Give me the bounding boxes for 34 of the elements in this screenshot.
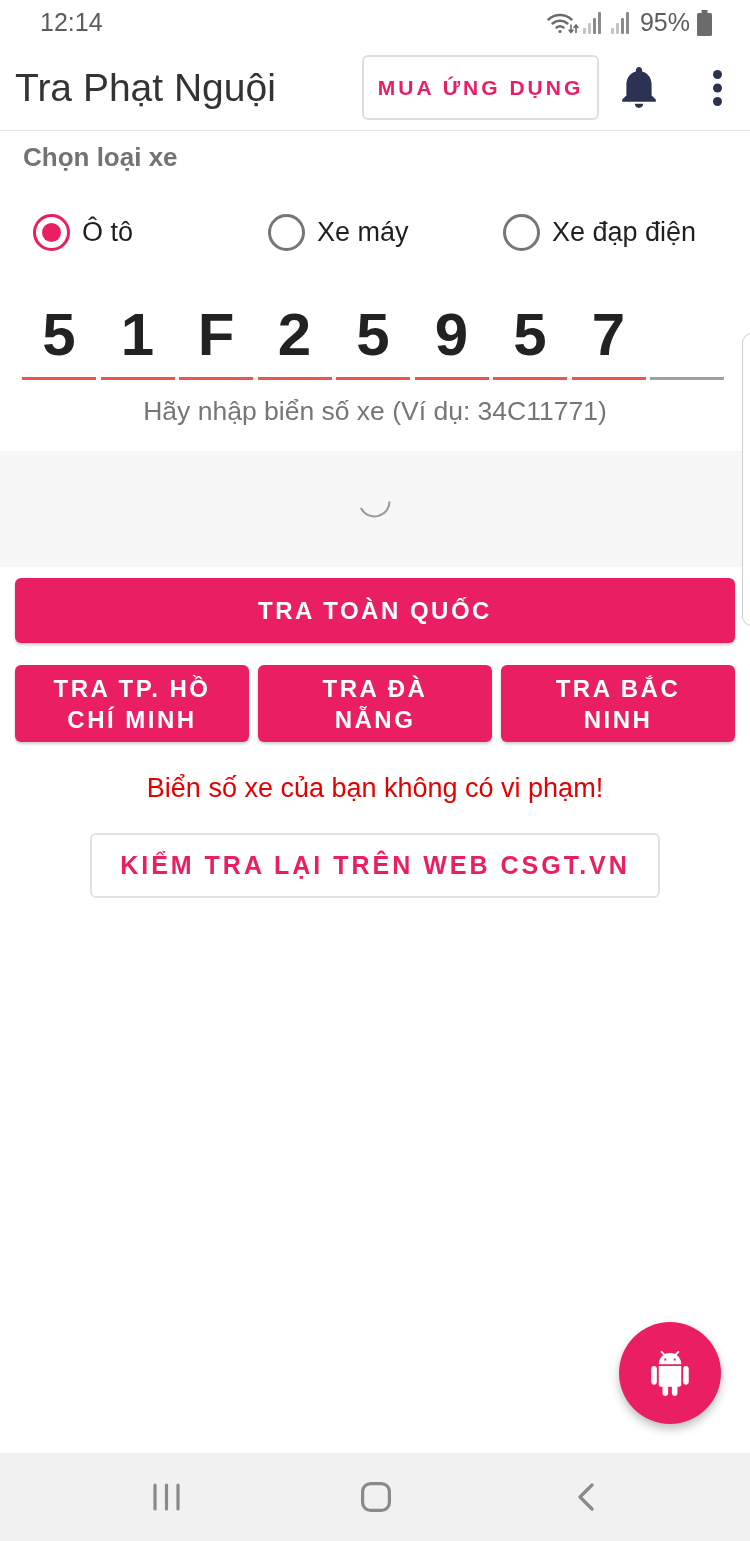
regional-search-button[interactable]: TRA TP. HỒ CHÍ MINH — [15, 665, 249, 742]
plate-char-field[interactable]: 5 — [22, 290, 96, 380]
radio-option[interactable]: Ô tô — [33, 213, 134, 251]
android-fab[interactable] — [619, 1322, 721, 1424]
plate-char-field[interactable]: 9 — [414, 290, 489, 380]
wifi-icon — [546, 11, 579, 34]
regional-search-button[interactable]: TRA BẮC NINH — [501, 665, 735, 742]
status-time: 12:14 — [40, 10, 103, 35]
more-menu-icon[interactable] — [713, 69, 722, 106]
buy-app-button[interactable]: MUA ỨNG DỤNG — [362, 55, 599, 120]
radio-option[interactable]: Xe máy — [268, 213, 409, 251]
recheck-web-button[interactable]: KIỂM TRA LẠI TRÊN WEB CSGT.VN — [90, 833, 660, 898]
app-title: Tra Phạt Nguội — [15, 68, 276, 107]
signal-icon — [581, 11, 602, 34]
plate-char-field[interactable]: 7 — [571, 290, 646, 380]
back-icon[interactable] — [578, 1483, 594, 1511]
result-message: Biển số xe của bạn không có vi phạm! — [146, 772, 604, 805]
plate-char-field[interactable]: 5 — [336, 290, 410, 380]
battery-icon — [697, 9, 712, 36]
signal-icon — [609, 11, 630, 34]
android-icon — [651, 1350, 689, 1396]
radio-option[interactable]: Xe đạp điện — [503, 213, 697, 251]
plate-hint: Hãy nhập biển số xe (Ví dụ: 34C11771) — [143, 395, 607, 427]
notification-bell-icon[interactable] — [622, 67, 656, 108]
plate-char-field[interactable]: F — [179, 290, 253, 380]
vehicle-type-heading: Chọn loại xe — [23, 142, 178, 172]
battery-percent: 95% — [639, 10, 690, 35]
regional-search-button[interactable]: TRA ĐÀ NẴNG — [258, 665, 492, 742]
recent-apps-icon[interactable] — [152, 1483, 180, 1511]
plate-char-field[interactable]: 5 — [493, 290, 567, 380]
home-icon[interactable] — [361, 1482, 391, 1512]
plate-char-field[interactable]: 2 — [257, 290, 332, 380]
nationwide-search-button[interactable]: TRA TOÀN QUỐC — [15, 578, 735, 643]
plate-char-field[interactable]: 1 — [100, 290, 175, 380]
